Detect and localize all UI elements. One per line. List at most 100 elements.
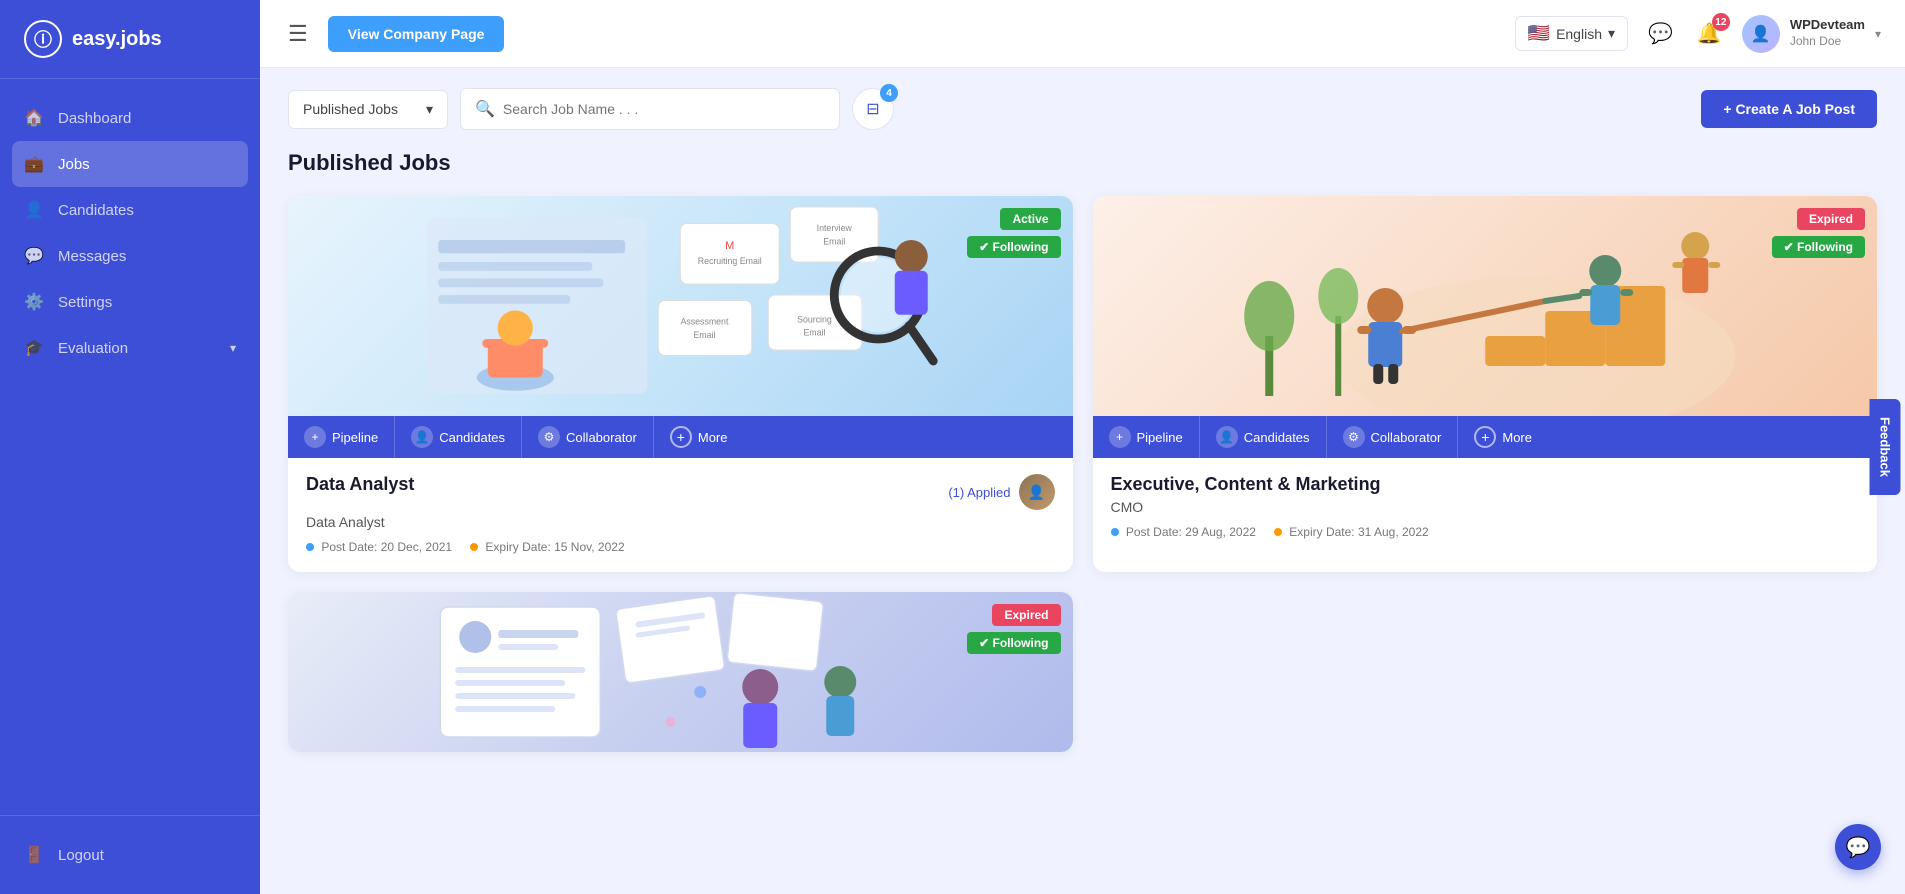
job-card-actions: + Pipeline 👤 Candidates ⚙ Collaborator +…: [1093, 416, 1878, 458]
avatar: 👤: [1742, 15, 1780, 53]
pipeline-icon: +: [304, 426, 326, 448]
more-button[interactable]: + More: [1458, 416, 1548, 458]
more-label: More: [1502, 430, 1532, 445]
sidebar-item-messages[interactable]: 💬 Messages: [0, 233, 260, 279]
sidebar-item-label: Settings: [58, 294, 112, 311]
status-badge: Active: [1000, 208, 1060, 230]
collaborator-button[interactable]: ⚙ Collaborator: [1327, 416, 1459, 458]
messages-button[interactable]: 💬: [1644, 17, 1677, 50]
candidates-button[interactable]: 👤 Candidates: [1200, 416, 1327, 458]
pipeline-button[interactable]: + Pipeline: [288, 416, 395, 458]
sidebar-item-dashboard[interactable]: 🏠 Dashboard: [0, 95, 260, 141]
search-box: 🔍: [460, 88, 840, 130]
job-card-image: Expired ✔ Following: [1093, 196, 1878, 416]
svg-text:Email: Email: [693, 330, 715, 340]
job-card-actions: + Pipeline 👤 Candidates ⚙ Collaborator +…: [288, 416, 1073, 458]
collaborator-icon: ⚙: [1343, 426, 1365, 448]
chevron-down-icon: ▾: [1608, 25, 1615, 42]
pipeline-button[interactable]: + Pipeline: [1093, 416, 1200, 458]
chat-bubble[interactable]: 💬: [1835, 824, 1881, 870]
applicant-avatar: 👤: [1019, 474, 1055, 510]
messages-icon: 💬: [24, 246, 44, 266]
view-company-button[interactable]: View Company Page: [328, 16, 505, 52]
page-title: Published Jobs: [288, 150, 1877, 176]
pipeline-icon: +: [1109, 426, 1131, 448]
job-card-image: Expired ✔ Following: [288, 592, 1073, 752]
job-category: Data Analyst: [306, 514, 1055, 530]
collaborator-icon: ⚙: [538, 426, 560, 448]
sidebar-item-settings[interactable]: ⚙️ Settings: [0, 279, 260, 325]
search-icon: 🔍: [475, 99, 495, 119]
following-badge[interactable]: ✔ Following: [1772, 236, 1865, 258]
job-card: Expired ✔ Following + Pipeline 👤 Candida…: [1093, 196, 1878, 572]
toolbar: Published Jobs ▾ 🔍 ⊟ 4 + Create A Job Po…: [288, 88, 1877, 130]
status-badge: Expired: [1797, 208, 1865, 230]
status-badge: Expired: [992, 604, 1060, 626]
job-dates: Post Date: 20 Dec, 2021 Expiry Date: 15 …: [306, 540, 1055, 554]
chevron-down-icon: ▾: [1875, 27, 1881, 41]
expiry-date: Expiry Date: 31 Aug, 2022: [1274, 525, 1429, 539]
following-badge[interactable]: ✔ Following: [967, 632, 1060, 654]
svg-text:Email: Email: [803, 328, 825, 338]
sidebar-item-evaluation[interactable]: 🎓 Evaluation ▾: [0, 325, 260, 371]
notifications-button[interactable]: 🔔 12: [1693, 17, 1726, 50]
settings-icon: ⚙️: [24, 292, 44, 312]
job-card: Expired ✔ Following: [288, 592, 1073, 752]
svg-text:Sourcing: Sourcing: [797, 315, 832, 325]
collaborator-label: Collaborator: [566, 430, 637, 445]
logout-button[interactable]: 🚪 Logout: [0, 832, 260, 878]
user-menu[interactable]: 👤 WPDevteam John Doe ▾: [1742, 15, 1881, 53]
more-button[interactable]: + More: [654, 416, 744, 458]
language-selector[interactable]: 🇺🇸 English ▾: [1515, 16, 1628, 51]
search-input[interactable]: [503, 101, 825, 117]
expiry-date: Expiry Date: 15 Nov, 2022: [470, 540, 625, 554]
language-label: English: [1556, 26, 1602, 42]
logo-text: easy.jobs: [72, 28, 162, 51]
sidebar-item-jobs[interactable]: 💼 Jobs: [12, 141, 248, 187]
job-title: Data Analyst: [306, 474, 414, 495]
create-job-button[interactable]: + Create A Job Post: [1701, 90, 1877, 128]
job-title: Executive, Content & Marketing: [1111, 474, 1381, 495]
svg-text:Email: Email: [823, 236, 845, 246]
job-dates: Post Date: 29 Aug, 2022 Expiry Date: 31 …: [1111, 525, 1860, 539]
logo-icon: ⓘ: [24, 20, 62, 58]
job-category: CMO: [1111, 499, 1860, 515]
filter-count: 4: [880, 84, 898, 102]
sidebar-item-label: Candidates: [58, 202, 134, 219]
jobs-grid: M Recruiting Email Interview Email Asses…: [288, 196, 1877, 752]
more-icon: +: [1474, 426, 1496, 448]
candidates-button[interactable]: 👤 Candidates: [395, 416, 522, 458]
user-name-block: WPDevteam John Doe: [1790, 17, 1865, 49]
svg-text:Interview: Interview: [817, 223, 853, 233]
collaborator-label: Collaborator: [1371, 430, 1442, 445]
following-badge[interactable]: ✔ Following: [967, 236, 1060, 258]
job-card-body: Data Analyst (1) Applied 👤 Data Analyst …: [288, 458, 1073, 572]
feedback-tab[interactable]: Feedback: [1870, 399, 1901, 495]
avatar-img: 👤: [1742, 15, 1780, 53]
filter-label: Published Jobs: [303, 101, 398, 117]
dot-icon: [470, 543, 478, 551]
sidebar-nav: 🏠 Dashboard 💼 Jobs 👤 Candidates 💬 Messag…: [0, 79, 260, 815]
collaborator-button[interactable]: ⚙ Collaborator: [522, 416, 654, 458]
chevron-down-icon: ▾: [230, 341, 236, 355]
job-card-image: M Recruiting Email Interview Email Asses…: [288, 196, 1073, 416]
candidates-label: Candidates: [439, 430, 505, 445]
sidebar-item-label: Evaluation: [58, 340, 128, 357]
jobs-icon: 💼: [24, 154, 44, 174]
more-label: More: [698, 430, 728, 445]
filter-button[interactable]: ⊟ 4: [852, 88, 894, 130]
sidebar-item-label: Dashboard: [58, 110, 131, 127]
filter-dropdown[interactable]: Published Jobs ▾: [288, 90, 448, 129]
sidebar-item-candidates[interactable]: 👤 Candidates: [0, 187, 260, 233]
post-date: Post Date: 29 Aug, 2022: [1111, 525, 1256, 539]
sidebar-item-label: Messages: [58, 248, 126, 265]
main-content: ☰ View Company Page 🇺🇸 English ▾ 💬 🔔 12 …: [260, 0, 1905, 894]
dot-icon: [1274, 528, 1282, 536]
dot-icon: [306, 543, 314, 551]
notification-badge: 12: [1712, 13, 1730, 31]
svg-text:Recruiting Email: Recruiting Email: [698, 256, 762, 266]
logout-icon: 🚪: [24, 845, 44, 865]
job-card: M Recruiting Email Interview Email Asses…: [288, 196, 1073, 572]
hamburger-button[interactable]: ☰: [284, 17, 312, 51]
job-title-row: Data Analyst (1) Applied 👤: [306, 474, 1055, 510]
